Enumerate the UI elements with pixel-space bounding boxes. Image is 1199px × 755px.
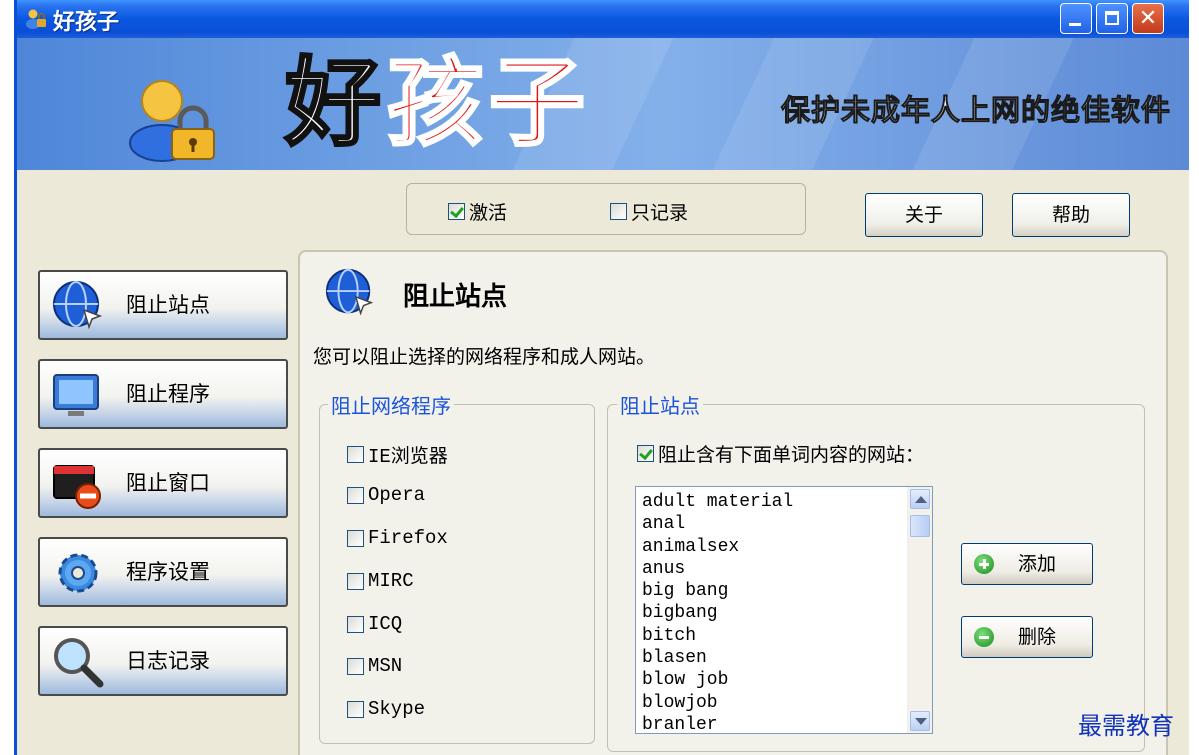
list-item[interactable]: bitch [642,625,793,647]
program-checkbox-ie[interactable]: IE浏览器 [347,441,448,468]
sidebar-item-block-programs[interactable]: 阻止程序 [38,359,288,429]
minimize-button[interactable] [1060,3,1092,34]
window-block-icon [53,465,101,509]
globe-icon [53,281,103,330]
plus-icon [974,554,994,574]
user-lock-icon [129,80,215,162]
list-item[interactable]: blowjob [642,692,793,714]
checkbox-icon[interactable] [347,657,364,675]
program-checkbox-icq[interactable]: ICQ [347,613,402,635]
program-checkbox-skype[interactable]: Skype [347,698,425,720]
list-item[interactable]: anus [642,558,793,580]
checkbox-icon[interactable] [347,572,364,590]
activate-checkbox[interactable]: 激活 [448,198,507,225]
app-icon [26,9,46,29]
delete-button[interactable]: 删除 [961,616,1093,658]
list-item[interactable]: animalsex [642,536,793,558]
watermark: 最需教育 [1078,712,1174,740]
group-legend: 阻止站点 [617,390,703,419]
maximize-button[interactable] [1096,3,1128,34]
close-button[interactable]: ✕ [1132,3,1164,34]
brand-logo: 好孩子 [284,45,591,161]
add-button[interactable]: 添加 [961,543,1093,585]
checkbox-checked-icon[interactable] [637,445,654,462]
chevron-down-icon [915,718,927,725]
sidebar-item-label: 阻止程序 [126,382,210,406]
scroll-thumb[interactable] [910,515,930,537]
sidebar-item-label: 阻止窗口 [126,471,210,495]
checkbox-icon[interactable] [347,700,364,718]
header-banner: 好孩子 保护未成年人上网的绝佳软件 [17,38,1189,170]
window-title: 好孩子 [53,9,120,35]
sidebar-item-label: 阻止站点 [126,293,210,317]
minimize-icon [1069,23,1081,26]
record-only-checkbox[interactable]: 只记录 [610,198,688,225]
gear-icon [58,553,98,593]
list-item[interactable]: blow job [642,669,793,691]
sidebar-item-label: 日志记录 [126,649,210,673]
help-button[interactable]: 帮助 [1012,193,1130,237]
close-icon: ✕ [1138,6,1158,31]
block-words-checkbox[interactable]: 阻止含有下面单词内容的网站： [637,440,924,467]
checkbox-icon[interactable] [347,529,364,547]
word-items: adult material anal animalsex anus big bang b… [642,491,793,733]
list-item[interactable]: big bang [642,580,793,602]
blocked-words-list[interactable]: adult material anal animalsex anus big bang b… [635,486,933,734]
sidebar-item-settings[interactable]: 程序设置 [38,537,288,607]
minus-icon [974,627,994,647]
program-checkbox-firefox[interactable]: Firefox [347,527,448,549]
checkbox-checked-icon[interactable] [448,203,465,220]
app-window: 好孩子 ✕ 好孩子 保护未成年人上网的绝佳软件 激活 只记录 关于 帮助 阻止站… [14,0,1189,755]
sidebar-item-block-sites[interactable]: 阻止站点 [38,270,288,340]
program-checkbox-msn[interactable]: MSN [347,655,402,677]
scroll-up-button[interactable] [910,489,930,509]
program-checkbox-mirc[interactable]: MIRC [347,570,414,592]
program-checkbox-opera[interactable]: Opera [347,484,425,506]
banner-slogan: 保护未成年人上网的绝佳软件 [780,93,1171,128]
title-bar[interactable]: 好孩子 ✕ [17,0,1189,38]
magnifier-icon [54,638,104,688]
globe-icon [325,268,374,316]
scroll-down-button[interactable] [910,711,930,731]
list-item[interactable]: adult material [642,491,793,513]
list-item[interactable]: branler [642,714,793,733]
list-item[interactable]: anal [642,513,793,535]
page-description: 您可以阻止选择的网络程序和成人网站。 [313,346,656,368]
chevron-up-icon [915,496,927,503]
checkbox-icon[interactable] [347,446,364,463]
sidebar-item-log[interactable]: 日志记录 [38,626,288,696]
vertical-scrollbar[interactable] [907,487,932,733]
about-button[interactable]: 关于 [865,193,983,237]
group-legend: 阻止网络程序 [328,390,454,419]
page-title: 阻止站点 [403,282,508,312]
list-item[interactable]: bigbang [642,602,793,624]
checkbox-icon[interactable] [347,615,364,633]
checkbox-icon[interactable] [610,203,627,220]
checkbox-icon[interactable] [347,486,364,504]
list-item[interactable]: blasen [642,647,793,669]
maximize-icon [1105,11,1119,25]
sidebar-item-label: 程序设置 [126,560,210,584]
monitor-icon [53,374,99,416]
sidebar-item-block-windows[interactable]: 阻止窗口 [38,448,288,518]
